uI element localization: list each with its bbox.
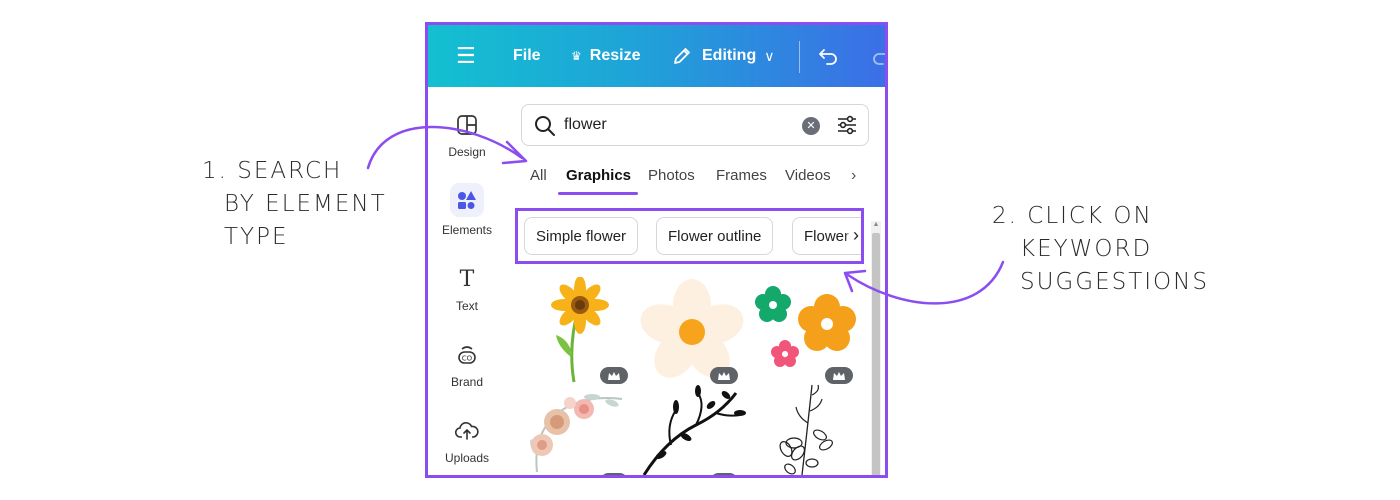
yellow-flower-graphic[interactable]: [538, 276, 628, 392]
sidebar-item-design[interactable]: Design: [428, 111, 506, 159]
sidebar-item-brand[interactable]: CO Brand: [428, 341, 506, 389]
resize-button[interactable]: ♛ Resize: [571, 25, 640, 87]
editing-label: Editing: [702, 47, 757, 64]
tab-photos[interactable]: Photos: [648, 167, 695, 184]
annotation-keyword-suggestions: 2. CLICK ON KEYWORD SUGGESTIONS: [992, 200, 1209, 299]
editing-mode-button[interactable]: Editing ∨: [672, 25, 774, 87]
premium-crown-icon: [710, 367, 738, 384]
tab-graphics[interactable]: Graphics: [566, 167, 631, 184]
text-icon: T: [459, 266, 475, 292]
canva-editor-window: ☰ File ♛ Resize Editing ∨ Design Element…: [425, 22, 888, 478]
sidebar-item-uploads[interactable]: Uploads: [428, 417, 506, 465]
sidebar-item-label: Text: [455, 299, 478, 313]
clear-search-icon[interactable]: ✕: [802, 117, 820, 135]
watercolor-floral-wreath-graphic[interactable]: [522, 387, 632, 475]
filter-settings-icon[interactable]: [836, 114, 858, 136]
premium-crown-icon: [600, 367, 628, 384]
annotation-line: BY ELEMENT: [224, 191, 387, 217]
category-tabs: All Graphics Photos Frames Videos ›: [506, 159, 885, 199]
elements-icon: [450, 183, 484, 217]
chevron-right-icon[interactable]: ›: [845, 225, 859, 246]
premium-crown-icon: [710, 473, 738, 475]
redo-icon: [873, 53, 885, 65]
annotation-line: 1. SEARCH: [202, 158, 343, 184]
suggestion-chip[interactable]: Simple flower: [524, 217, 639, 255]
floral-line-art-graphic[interactable]: [768, 383, 848, 475]
menu-icon[interactable]: ☰: [456, 25, 476, 87]
annotation-line: TYPE: [224, 224, 289, 250]
search-bar: ✕: [521, 104, 869, 146]
sidebar-item-label: Elements: [441, 223, 493, 237]
sidebar-item-label: Brand: [450, 375, 484, 389]
annotation-search-by-type: 1. SEARCH BY ELEMENT TYPE: [202, 155, 387, 254]
black-branch-silhouette-graphic[interactable]: [636, 385, 746, 475]
tab-videos[interactable]: Videos: [785, 167, 831, 184]
colorful-flowers-graphic[interactable]: [751, 279, 866, 394]
design-icon: [428, 111, 506, 139]
sidebar-item-elements[interactable]: Elements: [428, 183, 506, 237]
file-menu-button[interactable]: File: [513, 25, 541, 87]
tab-all[interactable]: All: [530, 167, 547, 184]
toolbar-divider: [799, 41, 800, 73]
svg-text:CO: CO: [462, 355, 473, 363]
chevron-right-icon[interactable]: ›: [851, 167, 856, 185]
annotation-line: KEYWORD: [1020, 236, 1153, 262]
side-navigation: Design Elements T Text CO Brand Uploads: [428, 87, 506, 475]
annotation-line: 2. CLICK ON: [992, 203, 1153, 229]
search-icon: [535, 116, 555, 136]
sidebar-item-label: Uploads: [444, 451, 490, 465]
cream-daisy-graphic[interactable]: [636, 277, 746, 392]
elements-panel: ✕ All Graphics Photos Frames Videos › Si…: [506, 87, 885, 475]
tab-frames[interactable]: Frames: [716, 167, 767, 184]
redo-button[interactable]: [870, 25, 885, 87]
search-input[interactable]: [564, 111, 784, 139]
suggestion-chip[interactable]: Flower outline: [656, 217, 774, 255]
undo-icon: [819, 49, 837, 65]
sidebar-item-label: Design: [448, 145, 486, 159]
brand-icon: CO: [428, 341, 506, 369]
crown-icon: ♛: [571, 49, 582, 63]
active-tab-indicator: [558, 192, 638, 195]
chevron-down-icon: ∨: [764, 47, 775, 64]
uploads-icon: [428, 417, 506, 445]
premium-crown-icon: [825, 367, 853, 384]
top-toolbar: ☰ File ♛ Resize Editing ∨: [428, 25, 885, 87]
scroll-thumb[interactable]: [872, 233, 880, 475]
sidebar-item-text[interactable]: T Text: [428, 265, 506, 314]
premium-crown-icon: [600, 473, 628, 475]
annotation-line: SUGGESTIONS: [1020, 269, 1209, 295]
pencil-icon: [674, 48, 690, 64]
undo-button[interactable]: [818, 25, 840, 87]
keyword-suggestions: Simple flower Flower outline Flower ›: [515, 208, 864, 264]
results-scrollbar[interactable]: ▲: [871, 221, 881, 475]
scroll-up-arrow[interactable]: ▲: [871, 221, 881, 231]
resize-label: Resize: [589, 47, 641, 64]
